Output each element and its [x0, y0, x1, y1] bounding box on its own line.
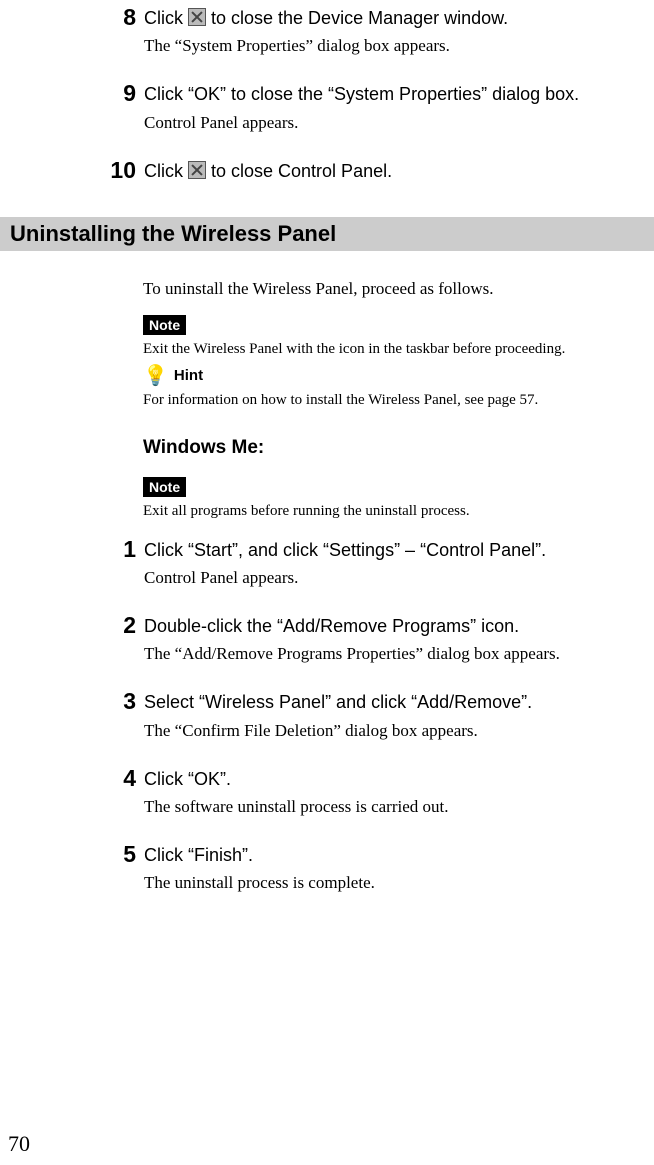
step-instruction: Click “OK” to close the “System Properti… — [144, 82, 654, 106]
close-icon — [188, 161, 206, 179]
step-instruction: Click “Start”, and click “Settings” – “C… — [144, 538, 654, 562]
step-number: 2 — [100, 612, 136, 639]
step-result: The “System Properties” dialog box appea… — [144, 36, 654, 56]
note-badge: Note — [143, 315, 186, 335]
step-instruction: Click to close Control Panel. — [144, 159, 654, 183]
step-b1: 1 Click “Start”, and click “Settings” – … — [100, 538, 654, 588]
step-instruction: Click “Finish”. — [144, 843, 654, 867]
step-instruction: Select “Wireless Panel” and click “Add/R… — [144, 690, 654, 714]
step-number: 8 — [100, 4, 136, 31]
section-heading: Uninstalling the Wireless Panel — [0, 217, 654, 251]
step-number: 5 — [100, 841, 136, 868]
instruction-text: Click — [144, 161, 188, 181]
hint-row: 💡 Hint — [143, 366, 654, 386]
step-b4: 4 Click “OK”. The software uninstall pro… — [100, 767, 654, 817]
step-10: 10 Click to close Control Panel. — [100, 159, 654, 183]
step-instruction: Click to close the Device Manager window… — [144, 6, 654, 30]
page-number: 70 — [8, 1131, 30, 1157]
step-result: The uninstall process is complete. — [144, 873, 654, 893]
step-b5: 5 Click “Finish”. The uninstall process … — [100, 843, 654, 893]
step-result: The “Confirm File Deletion” dialog box a… — [144, 721, 654, 741]
step-result: Control Panel appears. — [144, 568, 654, 588]
note-text: Exit the Wireless Panel with the icon in… — [143, 341, 654, 358]
step-instruction: Double-click the “Add/Remove Programs” i… — [144, 614, 654, 638]
step-number: 1 — [100, 536, 136, 563]
instruction-text: Click — [144, 8, 188, 28]
hint-label: Hint — [174, 367, 203, 384]
hint-icon: 💡 — [143, 366, 168, 386]
note-text: Exit all programs before running the uni… — [143, 503, 654, 520]
close-icon — [188, 8, 206, 26]
hint-text: For information on how to install the Wi… — [143, 392, 654, 409]
step-9: 9 Click “OK” to close the “System Proper… — [100, 82, 654, 132]
note-badge: Note — [143, 477, 186, 497]
page: 8 Click to close the Device Manager wind… — [0, 6, 654, 1165]
step-8: 8 Click to close the Device Manager wind… — [100, 6, 654, 56]
step-number: 3 — [100, 688, 136, 715]
step-result: Control Panel appears. — [144, 113, 654, 133]
step-number: 10 — [100, 157, 136, 184]
step-result: The software uninstall process is carrie… — [144, 797, 654, 817]
instruction-text: to close the Device Manager window. — [206, 8, 508, 28]
bottom-steps: 1 Click “Start”, and click “Settings” – … — [0, 538, 654, 893]
step-number: 4 — [100, 765, 136, 792]
step-result: The “Add/Remove Programs Properties” dia… — [144, 644, 654, 664]
intro-text: To uninstall the Wireless Panel, proceed… — [143, 279, 654, 299]
step-instruction: Click “OK”. — [144, 767, 654, 791]
sub-heading: Windows Me: — [143, 437, 654, 459]
step-number: 9 — [100, 80, 136, 107]
step-b2: 2 Double-click the “Add/Remove Programs”… — [100, 614, 654, 664]
step-b3: 3 Select “Wireless Panel” and click “Add… — [100, 690, 654, 740]
instruction-text: to close Control Panel. — [206, 161, 392, 181]
